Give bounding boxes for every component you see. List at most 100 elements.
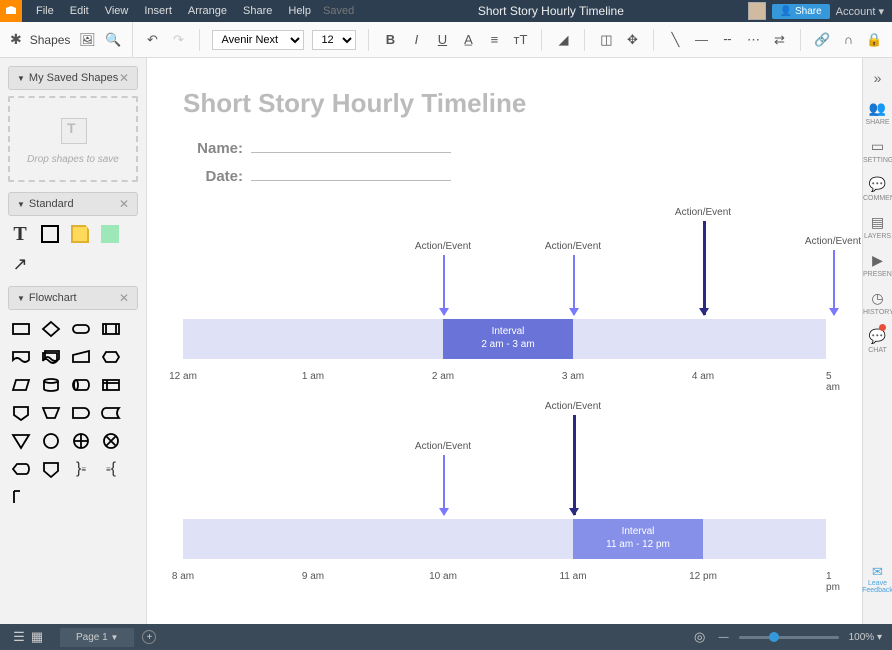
menu-edit[interactable]: Edit (62, 5, 97, 17)
close-icon[interactable]: ✕ (119, 197, 129, 211)
menu-arrange[interactable]: Arrange (180, 5, 235, 17)
event-arrow[interactable] (573, 415, 576, 515)
fc-decision[interactable] (38, 316, 64, 342)
fc-database[interactable] (38, 372, 64, 398)
timeline-bar[interactable] (183, 519, 826, 559)
event-label[interactable]: Action/Event (545, 241, 601, 252)
image-icon[interactable]: 🖼 (78, 31, 96, 49)
menu-insert[interactable]: Insert (136, 5, 180, 17)
italic-icon[interactable]: I (407, 31, 425, 49)
rightbar-layers[interactable]: ▤LAYERS (863, 208, 892, 246)
zoom-label[interactable]: 100% ▾ (849, 632, 882, 643)
menu-file[interactable]: File (28, 5, 62, 17)
standard-panel-header[interactable]: ▼ Standard ✕ (8, 192, 138, 216)
event-label[interactable]: Action/Event (415, 241, 471, 252)
fc-delay[interactable] (68, 400, 94, 426)
date-line[interactable] (251, 167, 451, 181)
text-color-icon[interactable]: A̲ (459, 31, 477, 49)
fc-manual-input[interactable] (68, 344, 94, 370)
magnet-icon[interactable]: ∩ (839, 31, 857, 49)
redo-icon[interactable]: ↷ (169, 31, 187, 49)
zoom-slider[interactable] (739, 636, 839, 639)
line-dotted-icon[interactable]: ⋯ (744, 31, 762, 49)
fc-terminator[interactable] (68, 316, 94, 342)
center-icon[interactable]: ✥ (623, 31, 641, 49)
fc-note[interactable] (8, 484, 34, 510)
list-view-icon[interactable]: ☰ (10, 628, 28, 646)
menu-view[interactable]: View (97, 5, 137, 17)
line-tool-icon[interactable]: ╲ (666, 31, 684, 49)
user-avatar[interactable] (748, 2, 766, 20)
rightbar-comment[interactable]: 💬COMMENT (863, 170, 892, 208)
search-icon[interactable]: 🔍 (104, 31, 122, 49)
fc-or[interactable] (68, 428, 94, 454)
undo-icon[interactable]: ↶ (143, 31, 161, 49)
line-solid-icon[interactable]: — (692, 31, 710, 49)
menu-help[interactable]: Help (280, 5, 319, 17)
text-align-icon[interactable]: ≡ (485, 31, 503, 49)
fc-brace-left[interactable]: ≡{ (98, 456, 124, 482)
event-arrow[interactable] (443, 255, 445, 315)
fc-offpage2[interactable] (38, 456, 64, 482)
app-logo[interactable] (0, 0, 22, 22)
name-line[interactable] (251, 139, 451, 153)
timeline-2[interactable]: Interval11 am - 12 pm8 am9 am10 am11 am1… (183, 389, 826, 599)
text-size-icon[interactable]: тT (511, 31, 529, 49)
rightbar-share[interactable]: 👥SHARE (863, 94, 892, 132)
link-icon[interactable]: 🔗 (813, 31, 831, 49)
event-label[interactable]: Action/Event (805, 236, 861, 247)
fc-process[interactable] (8, 316, 34, 342)
text-shape[interactable]: T (8, 222, 32, 246)
underline-icon[interactable]: U (433, 31, 451, 49)
fill-icon[interactable]: ◢ (554, 31, 572, 49)
rect-shape[interactable] (38, 222, 62, 246)
line-dashed-icon[interactable]: ╌ (718, 31, 736, 49)
event-arrow[interactable] (833, 250, 835, 315)
rightbar-history[interactable]: ◷HISTORY (863, 284, 892, 322)
page-tab[interactable]: Page 1 ▼ (60, 628, 134, 647)
event-label[interactable]: Action/Event (675, 207, 731, 218)
note-shape[interactable] (68, 222, 92, 246)
block-shape[interactable] (98, 222, 122, 246)
image-frame-icon[interactable]: ◫ (597, 31, 615, 49)
fc-stored[interactable] (98, 400, 124, 426)
arrow-shape[interactable]: ↗ (8, 252, 32, 276)
drop-zone[interactable]: Drop shapes to save (8, 96, 138, 182)
fc-brace-right[interactable]: }≡ (68, 456, 94, 482)
rightbar-expand[interactable]: » (863, 64, 892, 94)
fc-multidoc[interactable] (38, 344, 64, 370)
event-arrow[interactable] (443, 455, 445, 515)
fc-predef[interactable] (98, 316, 124, 342)
menu-share[interactable]: Share (235, 5, 280, 17)
document-title[interactable]: Short Story Hourly Timeline (354, 4, 747, 18)
gear-icon[interactable]: ✱ (10, 31, 22, 48)
close-icon[interactable]: ✕ (119, 71, 129, 85)
fc-data[interactable] (8, 372, 34, 398)
interval-block[interactable]: Interval2 am - 3 am (443, 319, 573, 359)
rightbar-present[interactable]: ▶PRESENT (863, 246, 892, 284)
target-icon[interactable]: ◎ (691, 628, 709, 646)
close-icon[interactable]: ✕ (119, 291, 129, 305)
bold-icon[interactable]: B (381, 31, 399, 49)
fc-internal[interactable] (98, 372, 124, 398)
event-label[interactable]: Action/Event (545, 401, 601, 412)
event-arrow[interactable] (703, 221, 706, 315)
size-select[interactable]: 12 pt (312, 30, 356, 50)
canvas-area[interactable]: Short Story Hourly Timeline Name: Date: … (147, 58, 862, 624)
fc-junction[interactable] (98, 428, 124, 454)
add-page-button[interactable]: + (142, 630, 156, 644)
page-heading[interactable]: Short Story Hourly Timeline (183, 88, 826, 119)
fc-manual-op[interactable] (38, 400, 64, 426)
share-button[interactable]: 👤 Share (772, 4, 830, 19)
timeline-1[interactable]: Interval2 am - 3 am12 am1 am2 am3 am4 am… (183, 189, 826, 409)
grid-view-icon[interactable]: ▦ (28, 628, 46, 646)
event-label[interactable]: Action/Event (415, 441, 471, 452)
arrow-swap-icon[interactable]: ⇄ (770, 31, 788, 49)
fc-direct-data[interactable] (68, 372, 94, 398)
feedback-button[interactable]: ✉LeaveFeedback (862, 564, 892, 594)
saved-shapes-panel-header[interactable]: ▼ My Saved Shapes ✕ (8, 66, 138, 90)
fc-document[interactable] (8, 344, 34, 370)
interval-block[interactable]: Interval11 am - 12 pm (573, 519, 703, 559)
fc-merge[interactable] (8, 428, 34, 454)
rightbar-chat[interactable]: 💬CHAT (863, 322, 892, 360)
